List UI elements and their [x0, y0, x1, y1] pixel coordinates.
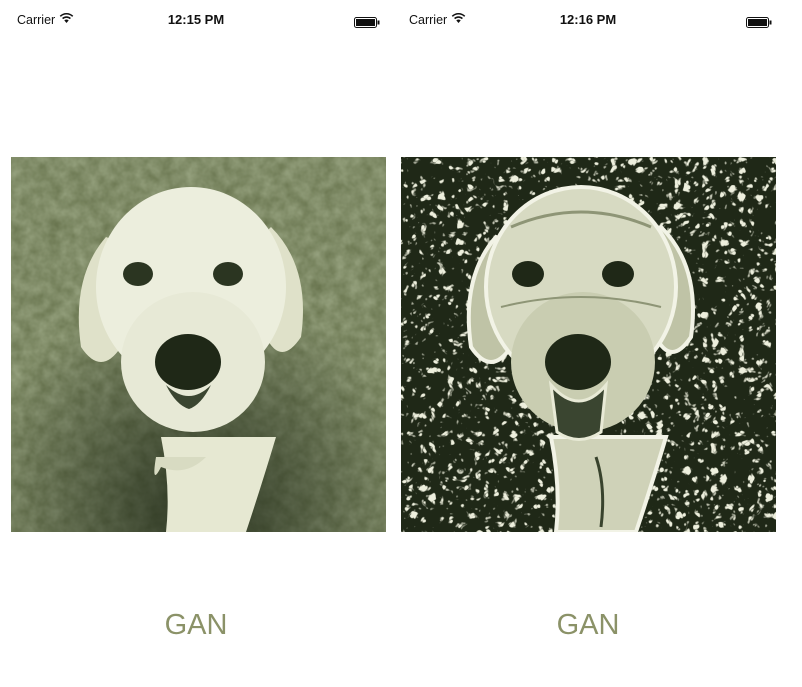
status-time: 12:16 PM [559, 12, 617, 27]
battery-icon [746, 15, 772, 28]
original-dog-photo [11, 157, 386, 532]
phone-screen-left: Carrier 12:15 PM GAN [0, 0, 392, 687]
gan-button[interactable]: GAN [0, 608, 392, 643]
phone-screen-right: Carrier 12:16 PM GAN [392, 0, 784, 687]
battery-icon [354, 15, 380, 28]
status-bar: Carrier 12:15 PM [0, 0, 392, 40]
gan-button[interactable]: GAN [392, 608, 784, 643]
status-bar: Carrier 12:16 PM [392, 0, 784, 40]
gan-stylized-dog-photo [401, 157, 776, 532]
status-time: 12:15 PM [167, 12, 225, 27]
